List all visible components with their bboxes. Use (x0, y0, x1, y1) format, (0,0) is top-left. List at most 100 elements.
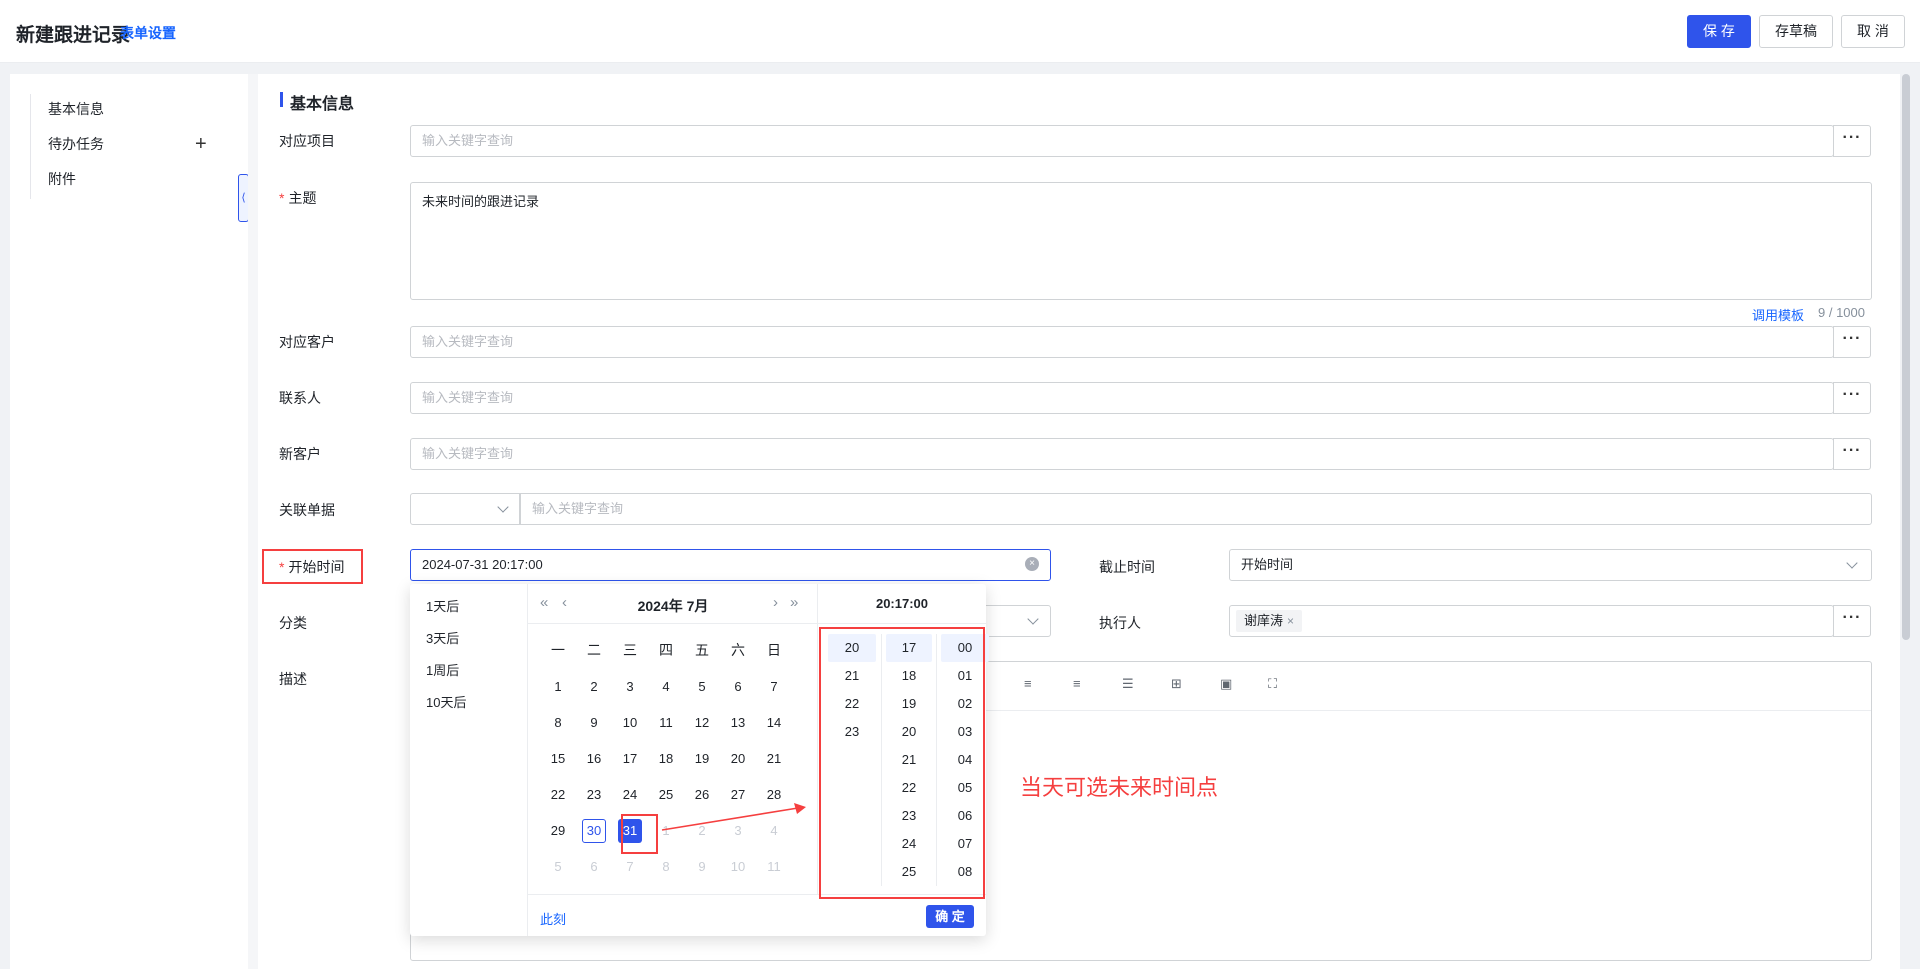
fullscreen-icon[interactable]: ⛶ (1268, 676, 1282, 691)
contact-more-button[interactable]: ··· (1833, 382, 1871, 414)
calendar-day[interactable]: 8 (546, 711, 570, 735)
calendar-day: 9 (698, 859, 706, 874)
category-label: 分类 (279, 615, 307, 631)
align-justify-icon[interactable]: ☰ (1122, 676, 1136, 691)
calendar-day[interactable]: 9 (582, 711, 606, 735)
plus-icon[interactable]: + (195, 129, 207, 159)
calendar-day[interactable]: 11 (654, 711, 678, 735)
highlight-selected-day (621, 814, 658, 854)
contact-placeholder: 输入关键字查询 (422, 390, 514, 405)
nav-item-basic-info[interactable]: 基本信息 (31, 94, 230, 129)
related-doc-placeholder: 输入关键字查询 (532, 501, 624, 516)
calendar-day[interactable]: 24 (618, 783, 642, 807)
customer-placeholder: 输入关键字查询 (422, 334, 514, 349)
start-time-label-text: 开始时间 (288, 559, 345, 575)
contact-label: 联系人 (279, 390, 321, 406)
save-button[interactable]: 保 存 (1687, 15, 1751, 48)
side-panel (10, 74, 248, 969)
calendar-day[interactable]: 16 (582, 747, 606, 771)
calendar-day[interactable]: 4 (654, 675, 678, 699)
next-month-icon[interactable]: › (773, 594, 778, 611)
end-time-label: 截止时间 (1099, 559, 1155, 575)
calendar-day[interactable]: 14 (762, 711, 786, 735)
contact-input[interactable]: 输入关键字查询 (410, 382, 1834, 414)
customer-input[interactable]: 输入关键字查询 (410, 326, 1834, 358)
calendar-day[interactable]: 6 (726, 675, 750, 699)
picker-footer: 此刻 确 定 (528, 894, 986, 936)
calendar-day[interactable]: 22 (546, 783, 570, 807)
calendar-day[interactable]: 30 (582, 819, 606, 843)
nav-item-attachments[interactable]: 附件 (31, 164, 230, 199)
form-settings-link[interactable]: 表单设置 (120, 23, 176, 43)
calendar-day[interactable]: 21 (762, 747, 786, 771)
calendar-day[interactable]: 12 (690, 711, 714, 735)
subject-textarea[interactable]: 未来时间的跟进记录 (410, 182, 1872, 300)
use-template-link[interactable]: 调用模板 (1752, 305, 1804, 324)
calendar-day[interactable]: 29 (546, 819, 570, 843)
end-time-select[interactable]: 开始时间 (1229, 549, 1872, 581)
calendar-day[interactable]: 10 (618, 711, 642, 735)
weekday-label: 五 (695, 642, 709, 658)
project-placeholder: 输入关键字查询 (422, 133, 514, 148)
executor-tag-label: 谢庠涛 (1244, 613, 1284, 628)
calendar-day[interactable]: 19 (690, 747, 714, 771)
shortcut-3-days[interactable]: 3天后 (426, 628, 459, 647)
related-doc-input[interactable]: 输入关键字查询 (520, 493, 1872, 525)
executor-label: 执行人 (1099, 615, 1141, 631)
calendar-day[interactable]: 13 (726, 711, 750, 735)
new-customer-more-button[interactable]: ··· (1833, 438, 1871, 470)
calendar-day[interactable]: 15 (546, 747, 570, 771)
weekday-label: 二 (587, 642, 601, 658)
related-doc-type-select[interactable] (410, 493, 520, 525)
project-input[interactable]: 输入关键字查询 (410, 125, 1834, 157)
calendar-day[interactable]: 2 (582, 675, 606, 699)
executor-tag: 谢庠涛 × (1236, 610, 1303, 632)
clear-icon[interactable]: × (1025, 557, 1039, 571)
image-icon[interactable]: ▣ (1220, 676, 1234, 691)
calendar-day[interactable]: 7 (762, 675, 786, 699)
calendar-day[interactable]: 23 (582, 783, 606, 807)
calendar-day[interactable]: 20 (726, 747, 750, 771)
annotation-text: 当天可选未来时间点 (1020, 776, 1219, 801)
shortcut-10-days[interactable]: 10天后 (426, 692, 466, 711)
now-link[interactable]: 此刻 (540, 909, 566, 928)
calendar-day[interactable]: 3 (618, 675, 642, 699)
shortcut-1-day[interactable]: 1天后 (426, 596, 459, 615)
weekday-label: 四 (659, 642, 673, 658)
calendar-day[interactable]: 5 (690, 675, 714, 699)
customer-more-button[interactable]: ··· (1833, 326, 1871, 358)
weekday-label: 三 (623, 642, 637, 658)
calendar-day[interactable]: 1 (546, 675, 570, 699)
cancel-button[interactable]: 取 消 (1841, 15, 1905, 48)
weekday-label: 一 (551, 642, 565, 658)
description-label: 描述 (279, 671, 307, 687)
nav-item-label: 附件 (48, 171, 76, 187)
nav-item-todo-tasks[interactable]: 待办任务 + (31, 129, 230, 164)
new-customer-input[interactable]: 输入关键字查询 (410, 438, 1834, 470)
nav-item-label: 待办任务 (48, 136, 104, 152)
calendar-day[interactable]: 17 (618, 747, 642, 771)
project-more-button[interactable]: ··· (1833, 125, 1871, 157)
align-right-icon[interactable]: ≡ (1073, 676, 1087, 691)
page-scrollbar[interactable] (1902, 74, 1910, 640)
save-draft-button[interactable]: 存草稿 (1759, 15, 1833, 48)
confirm-button[interactable]: 确 定 (926, 905, 974, 928)
executor-more-button[interactable]: ··· (1833, 605, 1871, 637)
calendar-day: 8 (662, 859, 670, 874)
highlight-time-columns (819, 627, 985, 899)
executor-input[interactable]: 谢庠涛 × (1229, 605, 1834, 637)
calendar-day[interactable]: 18 (654, 747, 678, 771)
calendar-day: 11 (767, 859, 781, 874)
page-title: 新建跟进记录 (16, 25, 131, 46)
align-center-icon[interactable]: ≡ (1024, 676, 1038, 691)
panel-divider (248, 74, 258, 969)
close-icon[interactable]: × (1287, 614, 1294, 628)
char-count: 9 / 1000 (1818, 305, 1865, 320)
next-year-icon[interactable]: » (790, 594, 798, 611)
shortcut-1-week[interactable]: 1周后 (426, 660, 459, 679)
table-icon[interactable]: ⊞ (1171, 676, 1185, 691)
start-time-input[interactable]: 2024-07-31 20:17:00 × (410, 549, 1051, 581)
customer-label: 对应客户 (279, 334, 335, 350)
calendar-panel: « ‹ 2024年 7月 › » 一二三四五六日 1 2 3 4 5 6 7 8 9 10 11 12… (528, 584, 818, 894)
page-header: 新建跟进记录 表单设置 保 存 存草稿 取 消 (0, 0, 1920, 63)
